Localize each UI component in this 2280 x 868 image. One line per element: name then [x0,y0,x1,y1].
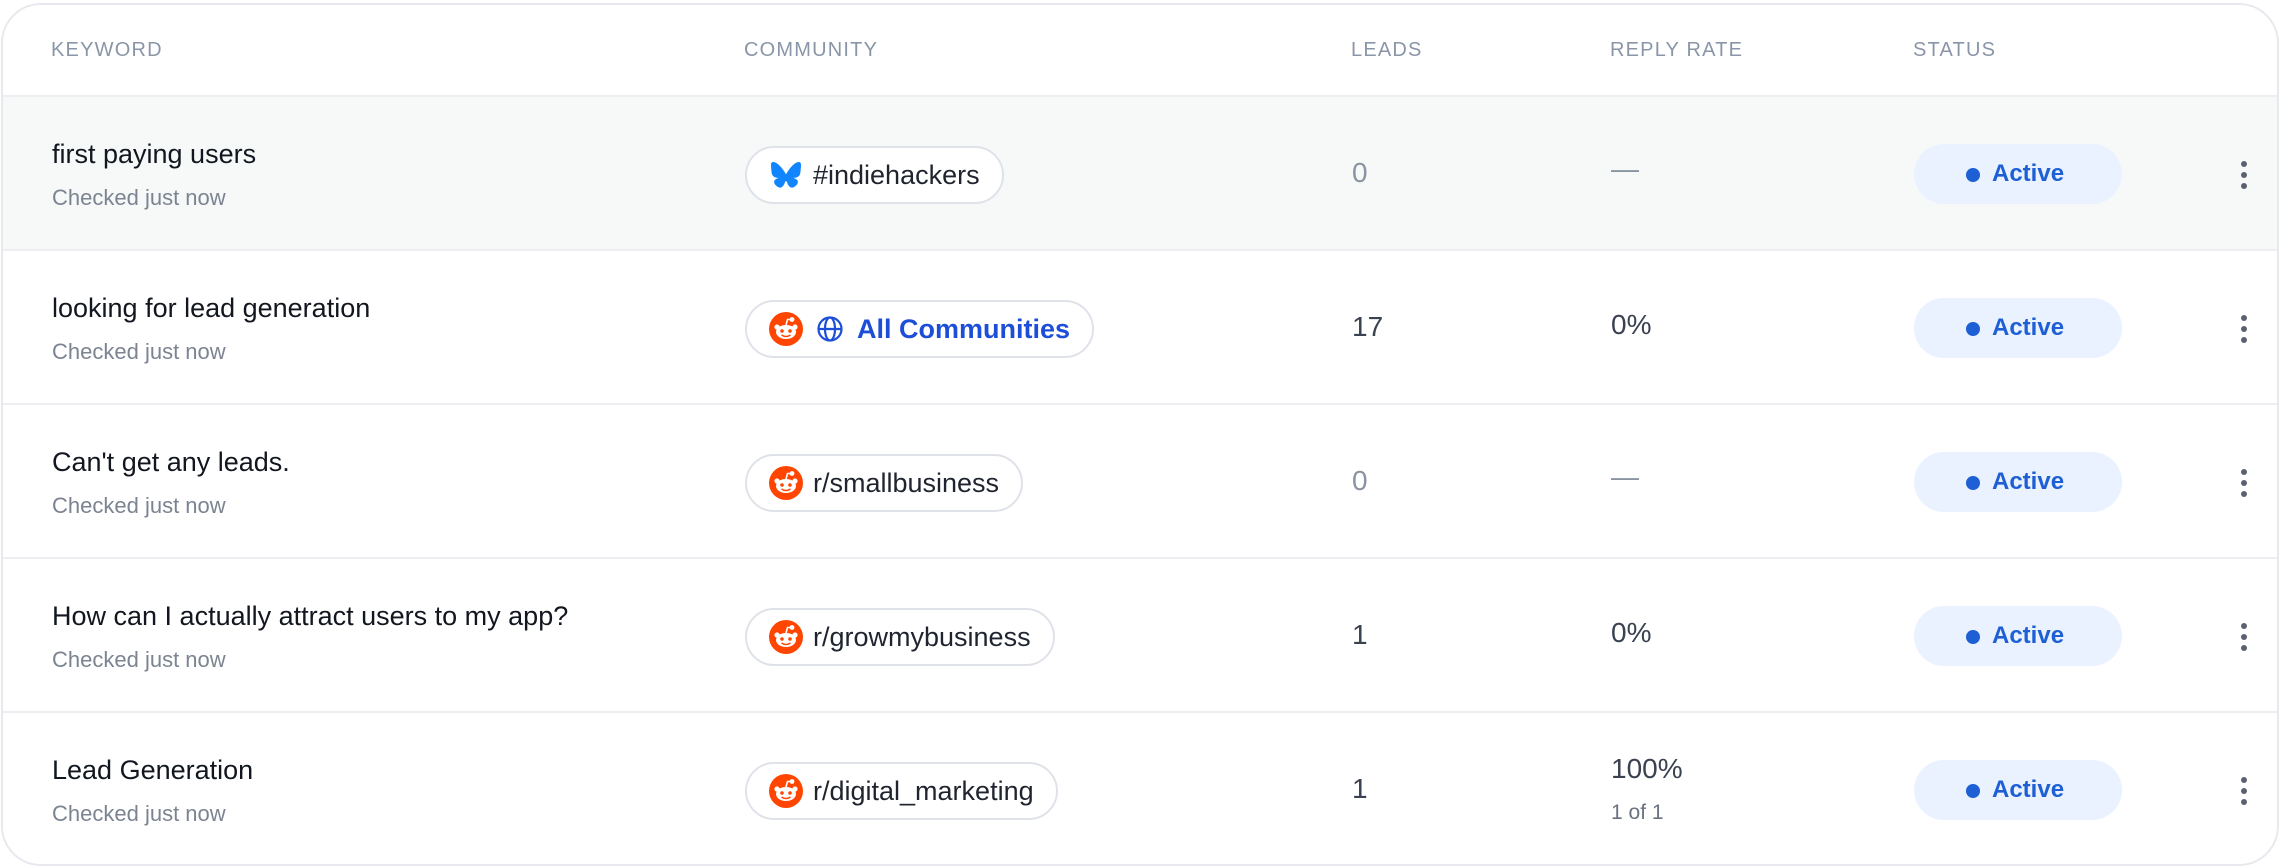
reply-rate: 0% [1611,309,1652,340]
community-label: r/digital_marketing [813,775,1034,806]
more-options-icon[interactable] [2229,311,2259,347]
table-row[interactable]: Lead Generation Checked just now r/digit… [3,713,2277,864]
community-chip[interactable]: All Communities [745,300,1095,358]
reply-rate: — [1611,461,1639,492]
community-label: #indiehackers [813,159,980,190]
keyword-text: first paying users [52,139,257,169]
column-header-community[interactable]: COMMUNITY [744,39,878,62]
status-label: Active [1992,468,2065,495]
status-dot-icon [1966,476,1980,490]
reply-rate: 100% [1611,753,1683,784]
reddit-icon [769,312,803,346]
status-dot-icon [1966,784,1980,798]
bluesky-icon [769,158,803,192]
more-options-icon[interactable] [2229,619,2259,655]
more-options-icon[interactable] [2229,157,2259,193]
checked-time: Checked just now [52,339,226,364]
community-label: All Communities [857,313,1071,344]
status-badge[interactable]: Active [1914,452,2122,512]
community-chip[interactable]: r/smallbusiness [745,454,1024,512]
status-label: Active [1992,622,2065,649]
community-chip[interactable]: r/growmybusiness [745,608,1055,666]
status-dot-icon [1966,322,1980,336]
status-badge[interactable]: Active [1914,144,2122,204]
more-options-icon[interactable] [2229,773,2259,809]
checked-time: Checked just now [52,801,226,826]
checked-time: Checked just now [52,493,226,518]
reply-rate: 0% [1611,617,1652,648]
table-row[interactable]: Can't get any leads. Checked just now r/… [3,405,2277,559]
leads-count: 0 [1352,157,1368,188]
status-label: Active [1992,160,2065,187]
community-label: r/smallbusiness [813,467,1000,498]
status-label: Active [1992,776,2065,803]
reddit-icon [769,620,803,654]
column-header-leads[interactable]: LEADS [1351,39,1423,62]
more-options-icon[interactable] [2229,465,2259,501]
keyword-text: looking for lead generation [52,293,371,323]
status-dot-icon [1966,630,1980,644]
leads-count: 0 [1352,465,1368,496]
globe-icon [813,312,847,346]
status-badge[interactable]: Active [1914,760,2122,820]
table-row[interactable]: first paying users Checked just now #ind… [3,97,2277,251]
checked-time: Checked just now [52,185,226,210]
status-dot-icon [1966,168,1980,182]
community-chip[interactable]: r/digital_marketing [745,762,1058,820]
keyword-text: How can I actually attract users to my a… [52,601,569,631]
status-badge[interactable]: Active [1914,606,2122,666]
reddit-icon [769,466,803,500]
community-label: r/growmybusiness [813,621,1031,652]
keyword-text: Can't get any leads. [52,447,290,477]
leads-count: 1 [1352,619,1368,650]
table-row[interactable]: How can I actually attract users to my a… [3,559,2277,713]
column-header-keyword[interactable]: KEYWORD [51,39,163,62]
table-header: KEYWORD COMMUNITY LEADS REPLY RATE STATU… [3,5,2277,97]
leads-count: 17 [1352,311,1384,342]
keywords-table: KEYWORD COMMUNITY LEADS REPLY RATE STATU… [1,3,2279,866]
column-header-reply-rate[interactable]: REPLY RATE [1610,39,1743,62]
reply-rate: — [1611,153,1639,184]
reddit-icon [769,774,803,808]
checked-time: Checked just now [52,647,226,672]
status-badge[interactable]: Active [1914,298,2122,358]
reply-detail: 1 of 1 [1611,801,1664,824]
column-header-status[interactable]: STATUS [1913,39,1996,62]
status-label: Active [1992,314,2065,341]
community-chip[interactable]: #indiehackers [745,146,1004,204]
leads-count: 1 [1352,773,1368,804]
table-row[interactable]: looking for lead generation Checked just… [3,251,2277,405]
keyword-text: Lead Generation [52,755,254,785]
